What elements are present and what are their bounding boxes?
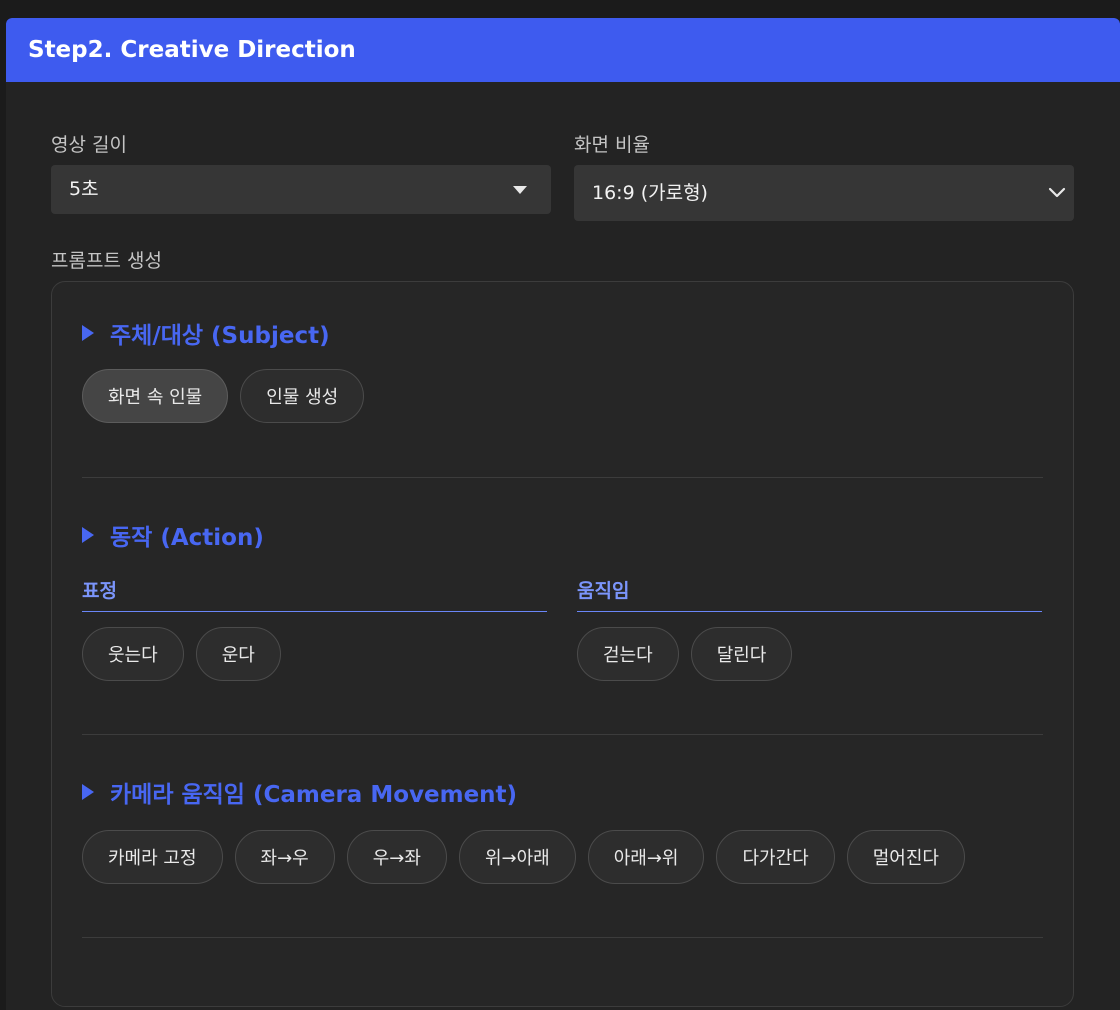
play-triangle-icon — [82, 784, 94, 800]
chip-subject-person-in-scene[interactable]: 화면 속 인물 — [82, 369, 229, 423]
section-divider — [82, 937, 1043, 938]
movement-options: 걷는다 달린다 — [577, 627, 793, 681]
chip-movement-walk[interactable]: 걷는다 — [577, 627, 679, 681]
camera-section-title[interactable]: 카메라 움직임 (Camera Movement) — [82, 775, 517, 809]
chip-camera-fixed[interactable]: 카메라 고정 — [82, 830, 223, 884]
camera-options: 카메라 고정 좌→우 우→좌 위→아래 아래→위 다가간다 멀어진다 — [82, 830, 965, 884]
section-divider — [82, 734, 1043, 735]
chip-camera-bottom-to-top[interactable]: 아래→위 — [587, 830, 705, 884]
subject-section-title[interactable]: 주체/대상 (Subject) — [82, 316, 330, 350]
movement-header: 움직임 — [577, 576, 1042, 612]
subject-options: 화면 속 인물 인물 생성 — [82, 369, 365, 423]
chip-movement-run[interactable]: 달린다 — [690, 627, 793, 681]
panel-title: Step2. Creative Direction — [28, 37, 356, 63]
chip-expression-smile[interactable]: 웃는다 — [82, 627, 184, 681]
aspect-ratio-select[interactable]: 16:9 (가로형) — [574, 165, 1074, 221]
prompt-label: 프롬프트 생성 — [51, 250, 162, 272]
chip-subject-generate-person[interactable]: 인물 생성 — [240, 369, 365, 423]
panel-header: Step2. Creative Direction — [6, 18, 1120, 82]
creative-direction-panel: Step2. Creative Direction 영상 길이 5초 화면 비율… — [6, 18, 1120, 1010]
aspect-ratio-value: 16:9 (가로형) — [592, 182, 708, 204]
subject-title-text: 주체/대상 (Subject) — [110, 323, 330, 349]
play-triangle-icon — [82, 527, 94, 543]
play-triangle-icon — [82, 325, 94, 341]
camera-title-text: 카메라 움직임 (Camera Movement) — [110, 782, 518, 808]
chip-camera-approach[interactable]: 다가간다 — [716, 830, 835, 884]
chip-expression-cry[interactable]: 운다 — [195, 627, 281, 681]
duration-select[interactable]: 5초 — [51, 165, 551, 214]
chip-camera-recede[interactable]: 멀어진다 — [846, 830, 965, 884]
caret-down-icon — [513, 186, 527, 194]
prompt-builder: 주체/대상 (Subject) 화면 속 인물 인물 생성 동작 (Action… — [51, 281, 1074, 1007]
duration-label: 영상 길이 — [51, 134, 127, 156]
section-divider — [82, 477, 1043, 478]
action-title-text: 동작 (Action) — [110, 525, 264, 551]
duration-value: 5초 — [69, 178, 99, 200]
chip-camera-left-to-right[interactable]: 좌→우 — [234, 830, 335, 884]
aspect-ratio-label: 화면 비율 — [574, 134, 650, 156]
chip-camera-right-to-left[interactable]: 우→좌 — [346, 830, 447, 884]
expression-options: 웃는다 운다 — [82, 627, 281, 681]
chevron-down-icon — [1048, 187, 1066, 198]
chip-camera-top-to-bottom[interactable]: 위→아래 — [458, 830, 576, 884]
expression-header: 표정 — [82, 576, 547, 612]
action-section-title[interactable]: 동작 (Action) — [82, 518, 264, 552]
